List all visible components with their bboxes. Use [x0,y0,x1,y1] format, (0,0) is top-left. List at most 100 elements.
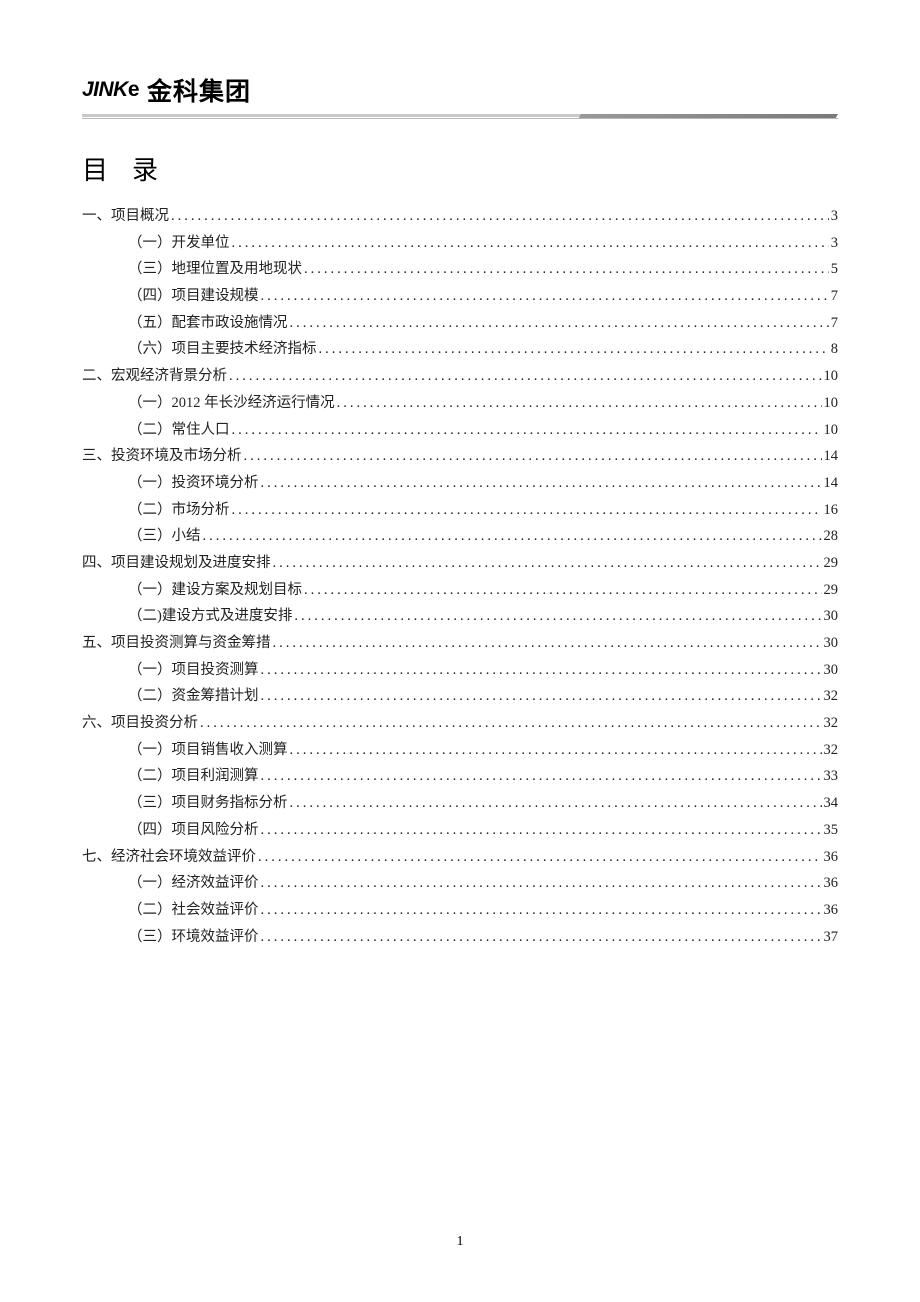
toc-entry-page: 32 [824,743,839,758]
toc-entry-page: 36 [824,850,839,865]
toc-entry-label: （二）市场分析 [128,503,230,518]
toc-leader-dots [244,449,822,464]
toc-leader-dots [261,476,822,491]
toc-leader-dots [258,850,822,865]
toc-entry: （三）环境效益评价37 [82,930,838,945]
toc-entry-label: 三、投资环境及市场分析 [82,449,242,464]
toc-entry-label: （一）经济效益评价 [128,876,259,891]
toc-entry-page: 16 [824,503,839,518]
toc-entry-page: 10 [824,423,839,438]
header-divider [82,114,838,120]
toc-entry-label: 四、项目建设规划及进度安排 [82,556,271,571]
toc-leader-dots [290,743,822,758]
toc-leader-dots [290,796,822,811]
toc-leader-dots [203,529,822,544]
toc-entry-label: （一）项目投资测算 [128,663,259,678]
toc-entry: （一）建设方案及规划目标29 [82,583,838,598]
toc-leader-dots [232,236,829,251]
toc-entry-page: 14 [824,449,839,464]
toc-entry-page: 32 [824,716,839,731]
toc-entry: （二)建设方式及进度安排 30 [82,609,838,624]
toc-leader-dots [290,316,829,331]
toc-entry-page: 36 [824,903,839,918]
toc-entry: （五）配套市政设施情况7 [82,316,838,331]
toc-entry: 六、项目投资分析32 [82,716,838,731]
toc-leader-dots [261,823,822,838]
toc-leader-dots [261,876,822,891]
toc-entry-page: 8 [831,342,838,357]
toc-leader-dots [261,930,822,945]
toc-entry-page: 32 [824,689,839,704]
toc-entry-page: 29 [824,583,839,598]
toc-entry-label: （一）2012 年长沙经济运行情况 [128,396,335,411]
company-name: 金科集团 [147,72,251,108]
toc-entry: （三）项目财务指标分析34 [82,796,838,811]
toc-entry-label: （四）项目建设规模 [128,289,259,304]
toc-entry-label: 一、项目概况 [82,209,169,224]
toc-entry: （一）开发单位3 [82,236,838,251]
toc-leader-dots [304,583,822,598]
toc-leader-dots [304,262,829,277]
toc-leader-dots [261,689,822,704]
toc-entry-label: （一）投资环境分析 [128,476,259,491]
toc-entry-label: （四）项目风险分析 [128,823,259,838]
toc-leader-dots [319,342,829,357]
toc-entry-page: 7 [831,289,838,304]
toc-leader-dots [261,289,829,304]
toc-entry-page: 30 [824,663,839,678]
toc-entry: 二、宏观经济背景分析 10 [82,369,838,384]
toc-entry-label: （二）常住人口 [128,423,230,438]
toc-leader-dots [261,903,822,918]
toc-entry-label: （二）社会效益评价 [128,903,259,918]
toc-entry-page: 3 [831,209,838,224]
toc-entry-label: （三）小结 [128,529,201,544]
logo-row: JINKe 金科集团 [82,72,838,108]
toc-entry-label: 五、项目投资测算与资金筹措 [82,636,271,651]
toc-entry: （二）常住人口 10 [82,423,838,438]
toc-entry: 五、项目投资测算与资金筹措 30 [82,636,838,651]
toc-entry-label: （一）项目销售收入测算 [128,743,288,758]
toc-leader-dots [200,716,822,731]
toc-entry-page: 37 [824,930,839,945]
toc-entry: （一）经济效益评价 36 [82,876,838,891]
toc-leader-dots [273,636,822,651]
toc-leader-dots [232,423,822,438]
toc-leader-dots [261,663,822,678]
toc-entry-page: 14 [824,476,839,491]
toc-entry: （二）市场分析 16 [82,503,838,518]
toc-entry: （三）小结28 [82,529,838,544]
toc-entry-label: （五）配套市政设施情况 [128,316,288,331]
toc-entry: （四）项目建设规模 7 [82,289,838,304]
toc-entry: 三、投资环境及市场分析 14 [82,449,838,464]
toc-leader-dots [261,769,822,784]
toc-entry: （二）社会效益评价 36 [82,903,838,918]
toc-entry: （二）资金筹措计划32 [82,689,838,704]
toc-entry-label: （二)建设方式及进度安排 [128,609,292,624]
toc-entry-page: 3 [831,236,838,251]
toc-leader-dots [337,396,822,411]
toc-entry-label: 二、宏观经济背景分析 [82,369,227,384]
toc-entry-label: 七、经济社会环境效益评价 [82,850,256,865]
toc-entry: 一、项目概况 3 [82,209,838,224]
logo-latin: JINKe [82,78,139,102]
page-number: 1 [0,1234,920,1250]
toc-entry-page: 33 [824,769,839,784]
toc-leader-dots [229,369,822,384]
toc-entry: 七、经济社会环境效益评价 36 [82,850,838,865]
toc-entry-page: 10 [824,369,839,384]
toc-entry: （一）项目投资测算 30 [82,663,838,678]
toc-leader-dots [171,209,829,224]
toc-entry-page: 34 [824,796,839,811]
document-header: JINKe 金科集团 [82,72,838,120]
toc-entry: （二）项目利润测算33 [82,769,838,784]
toc-entry-page: 10 [824,396,839,411]
toc-entry-page: 30 [824,609,839,624]
toc-entry: （一）项目销售收入测算 32 [82,743,838,758]
toc-leader-dots [273,556,822,571]
toc-entry-page: 30 [824,636,839,651]
toc-entry-page: 35 [824,823,839,838]
toc-entry-label: （六）项目主要技术经济指标 [128,342,317,357]
toc-entry-page: 29 [824,556,839,571]
toc-entry-page: 36 [824,876,839,891]
toc-entry: （四）项目风险分析 35 [82,823,838,838]
